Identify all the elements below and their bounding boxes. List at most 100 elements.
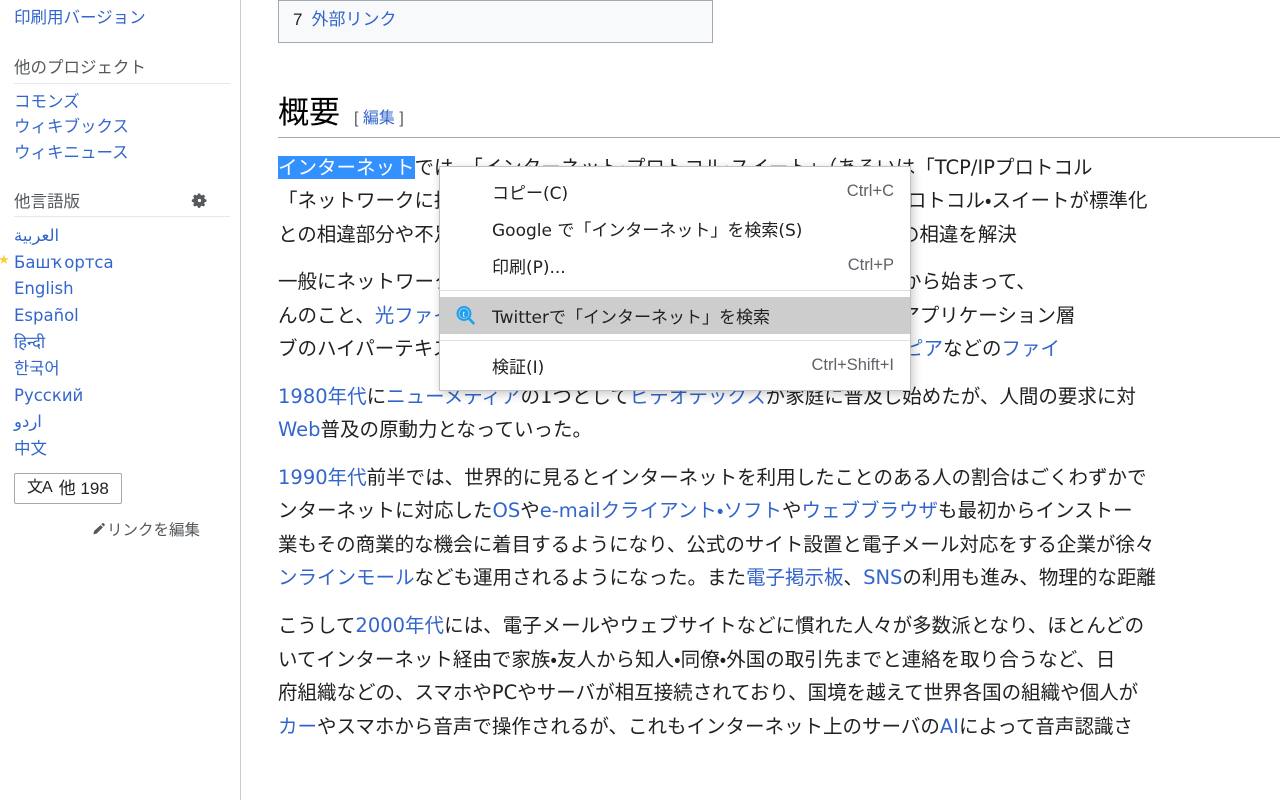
language-link-hindi[interactable]: हिन्दी [14, 333, 45, 352]
language-link-bashkir[interactable]: Башҡортса [14, 253, 114, 272]
article-link[interactable]: 1980年代 [278, 385, 367, 408]
context-menu-item-shortcut: Ctrl+C [846, 182, 894, 200]
text-run: や [781, 499, 802, 523]
more-languages-label: 他 198 [58, 478, 109, 498]
paragraph-line: Web普及の原動力となっていった。 [278, 413, 1280, 447]
language-link-urdu[interactable]: اردو [14, 412, 42, 431]
sidebar-link-wikibooks[interactable]: ウィキブックス [14, 115, 230, 141]
text-run: や [520, 499, 540, 523]
browser-context-menu[interactable]: コピー(C) Ctrl+C Google で「インターネット」を検索(S) 印刷(P)… [439, 166, 911, 391]
article-link[interactable]: OS [493, 499, 521, 522]
paragraph-line: ンラインモールなども運用されるようになった。また電子掲示板、SNSの利用も進み、… [278, 561, 1280, 595]
text-run: に [366, 384, 387, 408]
context-menu-item-label: コピー(C) [492, 184, 569, 204]
edit-section-link: [ 編集 ] [354, 104, 404, 128]
article-link[interactable]: カー [278, 715, 317, 738]
list-item[interactable]: 中文 [14, 436, 230, 463]
paragraph-line: こうして2000年代には、電子メールやウェブサイトなどに慣れた人々が多数派となり… [278, 609, 1280, 643]
paragraph: こうして2000年代には、電子メールやウェブサイトなどに慣れた人々が多数派となり… [278, 609, 1280, 743]
paragraph-line: 1990年代前半では、世界的に見るとインターネットを利用したことのある人の割合は… [278, 461, 1280, 495]
sidebar-link-wikinews[interactable]: ウィキニュース [14, 141, 230, 167]
text-run: 前半では、世界的に見るとインターネットを利用したことのある人の割合はごくわずかで [366, 465, 1147, 489]
article-link[interactable]: ウェブブラウザ [801, 499, 938, 522]
text-run: なども運用されるようになった。また [414, 566, 747, 590]
context-menu-item[interactable]: 検証(I) Ctrl+Shift+I [440, 347, 910, 384]
language-link-arabic[interactable]: العربية [14, 226, 59, 245]
language-link-spanish[interactable]: Español [14, 306, 79, 325]
toc-entry-7[interactable]: 7 外部リンク [293, 8, 698, 33]
text-run: やスマホから音声で操作されるが、これもインターネット上のサーバの [317, 714, 940, 738]
list-item[interactable]: اردو [14, 409, 230, 436]
context-menu-item-shortcut: Ctrl+P [847, 256, 894, 274]
bracket-close: ] [399, 109, 404, 127]
text-run: の利用も進み、物理的な距離 [902, 566, 1156, 590]
article-link[interactable]: 1990年代 [278, 466, 367, 489]
paragraph-line: いてインターネット経由で家族・友人から知人・同僚・外国の取引先までと連絡を取り合… [278, 643, 1280, 677]
table-of-contents: 7 外部リンク [278, 0, 713, 43]
text-run: によって音声認識さ [958, 714, 1133, 738]
menu-separator [440, 340, 910, 341]
text-run: も最初からインストー [937, 499, 1133, 523]
text-run: 府組織などの、スマホやPCやサーバが相互接続されており、国境を越えて世界各国の組… [278, 681, 1139, 705]
sidebar-link-print-version[interactable]: 印刷用バージョン [14, 6, 230, 32]
article-link[interactable]: e-mail [540, 499, 601, 522]
list-item[interactable]: Русский [14, 383, 230, 410]
featured-star-icon: ★ [0, 251, 10, 267]
section-heading: 概要 [ 編集 ] [278, 87, 1280, 138]
context-menu-item-label: 印刷(P)... [492, 258, 566, 278]
paragraph-line: ンターネットに対応したOSやe-mailクライアント・ソフトやウェブブラウザも最… [278, 494, 1280, 528]
toc-number: 7 [293, 10, 303, 29]
context-menu-item[interactable]: 印刷(P)... Ctrl+P [440, 247, 910, 284]
article-link[interactable]: 電子掲示板 [746, 566, 844, 589]
twitter-search-icon: t [440, 304, 492, 328]
context-menu-item[interactable]: Google で「インターネット」を検索(S) [440, 210, 910, 247]
list-item[interactable]: 한국어 [14, 356, 230, 383]
article-link[interactable]: Web [278, 418, 321, 441]
text-run: などの [942, 337, 1002, 361]
text-run: には、電子メールやウェブサイトなどに慣れた人々が多数派となり、ほとんどの [444, 614, 1145, 638]
list-item[interactable]: हिन्दी [14, 330, 230, 357]
text-run: いてインターネット経由で家族・友人から知人・同僚・外国の取引先までと連絡を取り合… [278, 647, 1116, 671]
article-link[interactable]: クライアント・ソフト [601, 499, 782, 522]
text-run: 業もその商業的な機会に着目するようになり、公式のサイト設置と電子メール対応をする… [278, 532, 1155, 556]
language-link-russian[interactable]: Русский [14, 386, 83, 405]
context-menu-item-label: Google で「インターネット」を検索(S) [492, 221, 803, 241]
list-item[interactable]: ★ Башҡортса [0, 250, 230, 277]
page-title: 概要 [278, 94, 340, 131]
language-link-chinese[interactable]: 中文 [14, 439, 47, 458]
text-run: 、 [843, 566, 864, 590]
paragraph: 1990年代前半では、世界的に見るとインターネットを利用したことのある人の割合は… [278, 461, 1280, 595]
article-link[interactable]: AI [940, 715, 959, 738]
list-item[interactable]: English [14, 276, 230, 303]
list-item[interactable]: Español [14, 303, 230, 330]
pencil-icon [91, 522, 105, 536]
article-link[interactable]: ンラインモール [278, 566, 415, 589]
article-link[interactable]: 2000年代 [355, 614, 444, 637]
paragraph-line: 業もその商業的な機会に着目するようになり、公式のサイト設置と電子メール対応をする… [278, 528, 1280, 562]
gear-icon[interactable] [188, 189, 210, 211]
context-menu-item-label: Twitterで「インターネット」を検索 [492, 308, 770, 328]
toc-link-external-links[interactable]: 外部リンク [311, 8, 396, 33]
bracket-open: [ [354, 109, 359, 127]
selected-text[interactable]: インターネット [278, 155, 415, 179]
language-link-english[interactable]: English [14, 279, 74, 298]
context-menu-item-label: 検証(I) [492, 358, 545, 378]
text-run: ンターネットに対応した [278, 499, 493, 523]
more-languages-button[interactable]: 文A 他 198 [14, 472, 122, 504]
article-link[interactable]: SNS [863, 566, 902, 589]
list-item[interactable]: العربية [14, 223, 230, 250]
context-menu-item[interactable]: コピー(C) Ctrl+C [440, 173, 910, 210]
sidebar-link-commons[interactable]: コモンズ [14, 90, 230, 116]
edit-links-label: リンクを編集 [106, 521, 200, 539]
edit-interlanguage-links[interactable]: リンクを編集 [14, 518, 200, 540]
text-run: んのこと、 [278, 303, 375, 327]
sidebar-languages-header: 他言語版 [14, 188, 230, 218]
context-menu-item[interactable]: t Twitterで「インターネット」を検索 [440, 297, 910, 334]
sidebar-heading-languages: 他言語版 [14, 193, 80, 212]
language-link-korean[interactable]: 한국어 [14, 359, 60, 378]
language-badge-icon: 文A [27, 479, 53, 497]
edit-link[interactable]: 編集 [363, 110, 395, 127]
text-run: 普及の原動力となっていった。 [320, 418, 592, 442]
article-link[interactable]: ファイ [1001, 337, 1060, 360]
svg-text:t: t [463, 310, 466, 320]
